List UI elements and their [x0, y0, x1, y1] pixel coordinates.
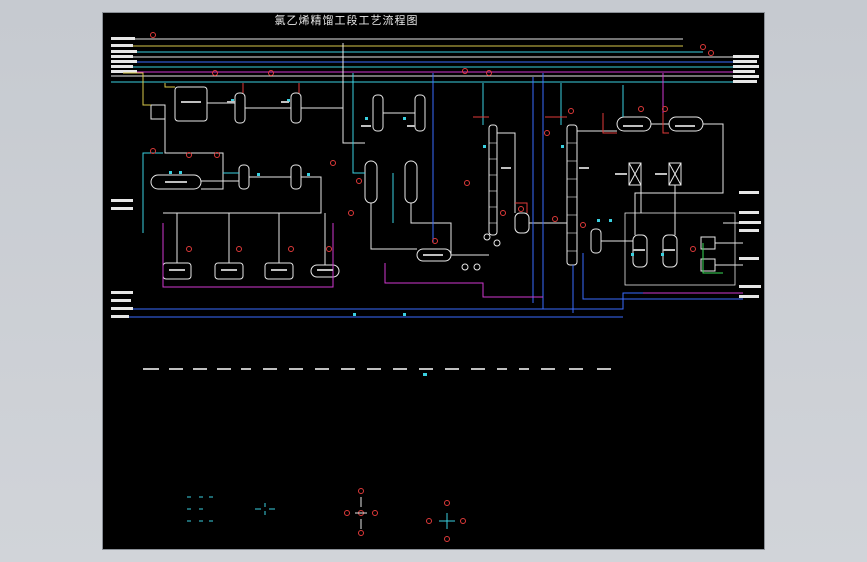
utility-header-lines — [111, 38, 743, 83]
header-right-tags — [733, 55, 759, 83]
equipment-tag-marks — [165, 101, 695, 271]
right-side-tags — [739, 191, 761, 298]
header-left-tags — [111, 37, 137, 73]
pumps — [461, 233, 501, 271]
legend-row — [143, 368, 611, 376]
instrument-bubbles — [150, 32, 714, 252]
bottom-left-tags — [111, 199, 133, 318]
diagram-title: 氯乙烯精馏工段工艺流程图 — [274, 14, 419, 27]
cad-viewport[interactable]: 氯乙烯精馏工段工艺流程图 — [0, 0, 867, 562]
process-piping — [111, 43, 753, 318]
process-flow-diagram — [111, 32, 761, 542]
drawing-canvas[interactable]: 氯乙烯精馏工段工艺流程图 — [103, 13, 764, 549]
symbol-legend — [187, 488, 466, 542]
